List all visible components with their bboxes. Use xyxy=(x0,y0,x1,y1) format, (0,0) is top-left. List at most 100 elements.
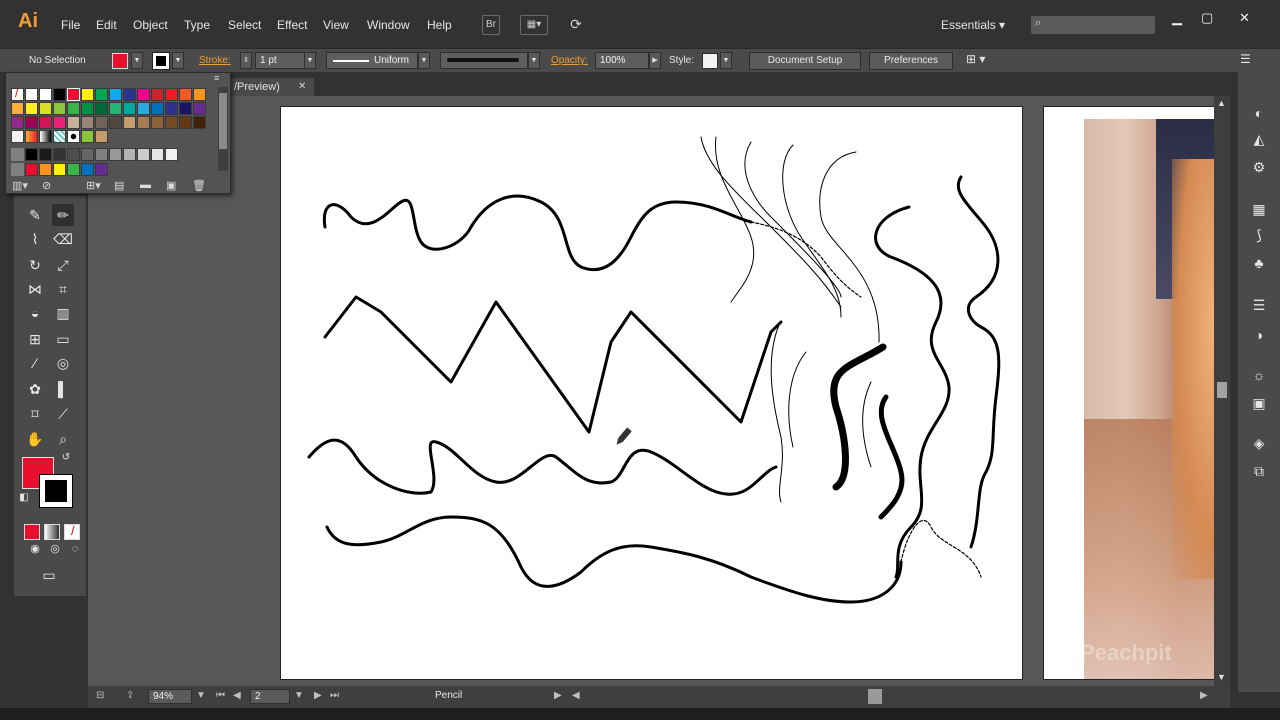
swatch-pattern-2[interactable] xyxy=(53,130,66,143)
menu-file[interactable]: File xyxy=(61,18,80,32)
color-guide-icon[interactable]: ◭ xyxy=(1248,128,1270,150)
eraser-tool-icon[interactable]: ⌫ xyxy=(52,228,74,250)
close-tab-icon[interactable]: ✕ xyxy=(298,78,306,96)
artboard-tool-icon[interactable]: ⌑ xyxy=(24,403,46,425)
symbols-panel-icon[interactable]: ♣ xyxy=(1248,252,1270,274)
gpu-performance-icon[interactable]: ⟳ xyxy=(565,15,587,35)
swatch-registration[interactable] xyxy=(25,88,38,101)
scale-tool-icon[interactable]: ⤢ xyxy=(52,254,74,276)
graphic-styles-icon[interactable]: ▣ xyxy=(1248,392,1270,414)
artboard-canvas[interactable] xyxy=(280,106,1023,680)
swatch-magenta[interactable] xyxy=(137,88,150,101)
brush-definition[interactable] xyxy=(440,52,528,69)
maximize-icon[interactable]: ▢ xyxy=(1201,10,1213,26)
swatch-mocha[interactable] xyxy=(95,116,108,129)
swatch-lemon[interactable] xyxy=(25,102,38,115)
scroll-up-icon[interactable]: ▲ xyxy=(1217,98,1226,108)
document-setup-button[interactable]: Document Setup xyxy=(749,52,861,70)
swatch-gray-80[interactable] xyxy=(53,148,66,161)
draw-normal-icon[interactable]: ◉ xyxy=(24,538,46,560)
variable-width-profile[interactable]: Uniform xyxy=(326,52,418,69)
swatch-brown[interactable] xyxy=(151,116,164,129)
swatch-red[interactable] xyxy=(67,88,80,101)
swatch-gray-10[interactable] xyxy=(151,148,164,161)
swatch-chocolate[interactable] xyxy=(165,116,178,129)
mesh-tool-icon[interactable]: ⊞ xyxy=(24,328,46,350)
status-menu-icon[interactable]: ▶ xyxy=(554,690,562,701)
stroke-weight-stepper[interactable]: ⇕ xyxy=(240,52,252,69)
color-panel-icon[interactable]: ◐ xyxy=(1248,102,1270,124)
stroke-link[interactable]: Stroke: xyxy=(199,55,231,66)
swatch-bright-orange[interactable] xyxy=(39,163,52,176)
menu-effect[interactable]: Effect xyxy=(277,18,307,32)
swatch-amber[interactable] xyxy=(11,102,24,115)
default-colors-icon[interactable]: ◧ xyxy=(18,492,30,504)
swatch-tan[interactable] xyxy=(123,116,136,129)
swatch-emerald[interactable] xyxy=(67,102,80,115)
stroke-color-swatch[interactable] xyxy=(152,52,170,70)
shaper-tool-icon[interactable]: ⌇ xyxy=(24,228,46,250)
swatch-gray-40[interactable] xyxy=(109,148,122,161)
swatch-bright-red[interactable] xyxy=(25,163,38,176)
appearance-panel-icon[interactable]: ☼ xyxy=(1248,364,1270,386)
zoom-dropdown-icon[interactable]: ▼ xyxy=(196,690,206,701)
minimize-icon[interactable]: ▁ xyxy=(1172,10,1182,26)
zoom-tool-icon[interactable]: ⌕ xyxy=(52,428,74,450)
artboards-panel-icon[interactable]: ⧉ xyxy=(1248,460,1270,482)
stroke-weight-dropdown[interactable]: ▼ xyxy=(304,52,316,69)
swatch-sky[interactable] xyxy=(137,102,150,115)
arrange-documents-icon[interactable]: ▦▾ xyxy=(520,15,548,35)
artboard-photo[interactable] xyxy=(1043,106,1214,680)
paintbrush-tool-icon[interactable]: ✎ xyxy=(24,204,46,226)
swatch-bright-green[interactable] xyxy=(67,163,80,176)
menu-edit[interactable]: Edit xyxy=(96,18,117,32)
swatch-gray-100[interactable] xyxy=(25,148,38,161)
pencil-tool-icon[interactable]: ✏ xyxy=(52,204,74,226)
swatch-crimson[interactable] xyxy=(151,88,164,101)
swatch-libraries-icon[interactable]: ▥▾ xyxy=(12,179,28,192)
stroke-dropdown[interactable]: ▼ xyxy=(172,52,184,69)
swatch-pine[interactable] xyxy=(95,102,108,115)
swatch-pink[interactable] xyxy=(53,116,66,129)
search-input[interactable]: ⌕ xyxy=(1031,16,1155,34)
swatch-cyan[interactable] xyxy=(109,88,122,101)
swatch-gray-30[interactable] xyxy=(123,148,136,161)
swatch-gray-70[interactable] xyxy=(67,148,80,161)
stroke-color-box[interactable] xyxy=(39,474,73,508)
swatch-caramel[interactable] xyxy=(137,116,150,129)
swatch-bright-blue[interactable] xyxy=(81,163,94,176)
previous-artboard-icon[interactable]: ◀ xyxy=(233,690,241,701)
draw-behind-icon[interactable]: ◎ xyxy=(44,538,66,560)
menu-view[interactable]: View xyxy=(323,18,349,32)
scroll-right-icon[interactable]: ▶ xyxy=(1200,690,1208,701)
swatch-gray-5[interactable] xyxy=(165,148,178,161)
swatch-taupe[interactable] xyxy=(81,116,94,129)
swatch-pattern-3[interactable] xyxy=(67,130,80,143)
graph-tool-icon[interactable]: ▌ xyxy=(52,378,74,400)
swatch-forest[interactable] xyxy=(81,102,94,115)
swatch-espresso[interactable] xyxy=(109,116,122,129)
swatch-jade[interactable] xyxy=(109,102,122,115)
menu-select[interactable]: Select xyxy=(228,18,261,32)
swatch-gradient-1[interactable] xyxy=(25,130,38,143)
workspace-switcher[interactable]: Essentials ▾ xyxy=(941,18,1005,32)
swatch-folder-brights[interactable] xyxy=(11,163,24,176)
swatches-scroll-thumb[interactable] xyxy=(219,93,227,149)
gradient-tool-icon[interactable]: ▭ xyxy=(52,328,74,350)
style-dropdown[interactable]: ▼ xyxy=(720,52,732,69)
brushes-panel-icon[interactable]: ⟆ xyxy=(1248,224,1270,246)
stroke-weight-field[interactable]: 1 pt xyxy=(255,52,305,69)
symbol-sprayer-tool-icon[interactable]: ✿ xyxy=(24,378,46,400)
swatch-white[interactable] xyxy=(39,88,52,101)
swatch-purple[interactable] xyxy=(193,102,206,115)
swatch-dark-brown[interactable] xyxy=(193,116,206,129)
opacity-field[interactable]: 100% xyxy=(595,52,649,69)
hand-tool-icon[interactable]: ✋ xyxy=(24,428,46,450)
swatch-pattern-4[interactable] xyxy=(81,130,94,143)
swatches-scrollbar[interactable] xyxy=(218,87,228,171)
fill-dropdown[interactable]: ▼ xyxy=(131,52,143,69)
share-icon[interactable]: ⇪ xyxy=(126,690,134,701)
swatch-gray-60[interactable] xyxy=(81,148,94,161)
swatch-options-icon[interactable]: ⊞▾ xyxy=(86,179,101,192)
last-artboard-icon[interactable]: ⏭ xyxy=(330,690,339,701)
